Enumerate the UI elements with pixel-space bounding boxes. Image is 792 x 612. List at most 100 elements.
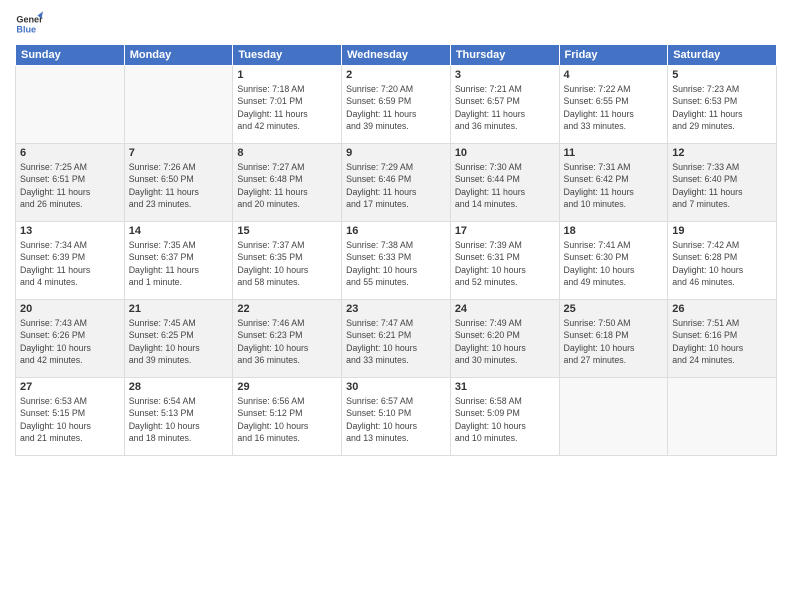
day-number: 29 (237, 381, 337, 393)
calendar-cell: 12 Sunrise: 7:33 AM Sunset: 6:40 PM Dayli… (668, 144, 777, 222)
logo: General Blue (15, 10, 47, 38)
day-number: 9 (346, 147, 446, 159)
calendar-cell: 15Sunrise: 7:37 AM Sunset: 6:35 PM Dayli… (233, 222, 342, 300)
calendar-cell: 3Sunrise: 7:21 AM Sunset: 6:57 PM Daylig… (450, 66, 559, 144)
day-number: 15 (237, 225, 337, 237)
page: General Blue SundayMondayTuesdayWednesda… (0, 0, 792, 612)
week-row-2: 6 Sunrise: 7:25 AM Sunset: 6:51 PM Daylig… (16, 144, 777, 222)
calendar: SundayMondayTuesdayWednesdayThursdayFrid… (15, 44, 777, 456)
calendar-cell: 24 Sunrise: 7:49 AM Sunset: 6:20 PM Dayli… (450, 300, 559, 378)
calendar-cell: 2Sunrise: 7:20 AM Sunset: 6:59 PM Daylig… (342, 66, 451, 144)
week-row-1: 1 Sunrise: 7:18 AM Sunset: 7:01 PM Daylig… (16, 66, 777, 144)
col-header-thursday: Thursday (450, 45, 559, 66)
header: General Blue (15, 10, 777, 38)
calendar-cell: 18 Sunrise: 7:41 AM Sunset: 6:30 PM Dayli… (559, 222, 668, 300)
day-number: 7 (129, 147, 229, 159)
day-number: 24 (455, 303, 555, 315)
day-info: Sunrise: 6:54 AM Sunset: 5:13 PM Dayligh… (129, 395, 229, 444)
day-number: 30 (346, 381, 446, 393)
day-number: 2 (346, 69, 446, 81)
day-number: 5 (672, 69, 772, 81)
calendar-cell: 4 Sunrise: 7:22 AM Sunset: 6:55 PM Daylig… (559, 66, 668, 144)
week-row-4: 20 Sunrise: 7:43 AM Sunset: 6:26 PM Dayli… (16, 300, 777, 378)
day-number: 11 (564, 147, 664, 159)
day-info: Sunrise: 6:56 AM Sunset: 5:12 PM Dayligh… (237, 395, 337, 444)
day-info: Sunrise: 7:34 AM Sunset: 6:39 PM Dayligh… (20, 239, 120, 288)
col-header-tuesday: Tuesday (233, 45, 342, 66)
day-number: 10 (455, 147, 555, 159)
calendar-cell: 26 Sunrise: 7:51 AM Sunset: 6:16 PM Dayli… (668, 300, 777, 378)
calendar-cell: 13 Sunrise: 7:34 AM Sunset: 6:39 PM Dayli… (16, 222, 125, 300)
calendar-cell: 21 Sunrise: 7:45 AM Sunset: 6:25 PM Dayli… (124, 300, 233, 378)
calendar-cell (124, 66, 233, 144)
col-header-monday: Monday (124, 45, 233, 66)
day-info: Sunrise: 7:41 AM Sunset: 6:30 PM Dayligh… (564, 239, 664, 288)
col-header-wednesday: Wednesday (342, 45, 451, 66)
day-number: 26 (672, 303, 772, 315)
day-number: 25 (564, 303, 664, 315)
day-info: Sunrise: 7:25 AM Sunset: 6:51 PM Dayligh… (20, 161, 120, 210)
day-number: 20 (20, 303, 120, 315)
day-info: Sunrise: 6:57 AM Sunset: 5:10 PM Dayligh… (346, 395, 446, 444)
day-number: 13 (20, 225, 120, 237)
calendar-cell: 16 Sunrise: 7:38 AM Sunset: 6:33 PM Dayli… (342, 222, 451, 300)
day-info: Sunrise: 7:51 AM Sunset: 6:16 PM Dayligh… (672, 317, 772, 366)
day-number: 18 (564, 225, 664, 237)
calendar-cell: 7 Sunrise: 7:26 AM Sunset: 6:50 PM Daylig… (124, 144, 233, 222)
day-info: Sunrise: 7:35 AM Sunset: 6:37 PM Dayligh… (129, 239, 229, 288)
day-info: Sunrise: 7:47 AM Sunset: 6:21 PM Dayligh… (346, 317, 446, 366)
week-row-5: 27 Sunrise: 6:53 AM Sunset: 5:15 PM Dayli… (16, 378, 777, 456)
calendar-cell: 22Sunrise: 7:46 AM Sunset: 6:23 PM Dayli… (233, 300, 342, 378)
calendar-cell: 14 Sunrise: 7:35 AM Sunset: 6:37 PM Dayli… (124, 222, 233, 300)
calendar-cell: 28 Sunrise: 6:54 AM Sunset: 5:13 PM Dayli… (124, 378, 233, 456)
day-number: 4 (564, 69, 664, 81)
day-number: 16 (346, 225, 446, 237)
day-info: Sunrise: 7:18 AM Sunset: 7:01 PM Dayligh… (237, 83, 337, 132)
calendar-cell: 10 Sunrise: 7:30 AM Sunset: 6:44 PM Dayli… (450, 144, 559, 222)
day-number: 3 (455, 69, 555, 81)
day-info: Sunrise: 6:58 AM Sunset: 5:09 PM Dayligh… (455, 395, 555, 444)
day-number: 8 (237, 147, 337, 159)
day-number: 28 (129, 381, 229, 393)
day-info: Sunrise: 7:31 AM Sunset: 6:42 PM Dayligh… (564, 161, 664, 210)
calendar-cell: 20 Sunrise: 7:43 AM Sunset: 6:26 PM Dayli… (16, 300, 125, 378)
calendar-cell: 8 Sunrise: 7:27 AM Sunset: 6:48 PM Daylig… (233, 144, 342, 222)
day-info: Sunrise: 7:45 AM Sunset: 6:25 PM Dayligh… (129, 317, 229, 366)
calendar-cell: 19 Sunrise: 7:42 AM Sunset: 6:28 PM Dayli… (668, 222, 777, 300)
day-number: 6 (20, 147, 120, 159)
calendar-cell: 23 Sunrise: 7:47 AM Sunset: 6:21 PM Dayli… (342, 300, 451, 378)
calendar-cell (668, 378, 777, 456)
calendar-cell: 30 Sunrise: 6:57 AM Sunset: 5:10 PM Dayli… (342, 378, 451, 456)
day-info: Sunrise: 7:49 AM Sunset: 6:20 PM Dayligh… (455, 317, 555, 366)
day-info: Sunrise: 6:53 AM Sunset: 5:15 PM Dayligh… (20, 395, 120, 444)
day-info: Sunrise: 7:43 AM Sunset: 6:26 PM Dayligh… (20, 317, 120, 366)
day-number: 23 (346, 303, 446, 315)
calendar-cell (16, 66, 125, 144)
calendar-cell: 6 Sunrise: 7:25 AM Sunset: 6:51 PM Daylig… (16, 144, 125, 222)
day-number: 22 (237, 303, 337, 315)
day-info: Sunrise: 7:26 AM Sunset: 6:50 PM Dayligh… (129, 161, 229, 210)
day-number: 27 (20, 381, 120, 393)
calendar-cell: 11 Sunrise: 7:31 AM Sunset: 6:42 PM Dayli… (559, 144, 668, 222)
day-number: 21 (129, 303, 229, 315)
day-info: Sunrise: 7:42 AM Sunset: 6:28 PM Dayligh… (672, 239, 772, 288)
col-header-sunday: Sunday (16, 45, 125, 66)
day-info: Sunrise: 7:39 AM Sunset: 6:31 PM Dayligh… (455, 239, 555, 288)
day-info: Sunrise: 7:50 AM Sunset: 6:18 PM Dayligh… (564, 317, 664, 366)
calendar-cell (559, 378, 668, 456)
day-info: Sunrise: 7:22 AM Sunset: 6:55 PM Dayligh… (564, 83, 664, 132)
day-number: 14 (129, 225, 229, 237)
day-info: Sunrise: 7:29 AM Sunset: 6:46 PM Dayligh… (346, 161, 446, 210)
day-info: Sunrise: 7:23 AM Sunset: 6:53 PM Dayligh… (672, 83, 772, 132)
day-info: Sunrise: 7:38 AM Sunset: 6:33 PM Dayligh… (346, 239, 446, 288)
svg-text:Blue: Blue (16, 24, 36, 34)
day-number: 1 (237, 69, 337, 81)
day-number: 12 (672, 147, 772, 159)
day-info: Sunrise: 7:30 AM Sunset: 6:44 PM Dayligh… (455, 161, 555, 210)
day-info: Sunrise: 7:33 AM Sunset: 6:40 PM Dayligh… (672, 161, 772, 210)
calendar-header-row: SundayMondayTuesdayWednesdayThursdayFrid… (16, 45, 777, 66)
day-number: 17 (455, 225, 555, 237)
day-number: 19 (672, 225, 772, 237)
calendar-cell: 1 Sunrise: 7:18 AM Sunset: 7:01 PM Daylig… (233, 66, 342, 144)
day-info: Sunrise: 7:27 AM Sunset: 6:48 PM Dayligh… (237, 161, 337, 210)
